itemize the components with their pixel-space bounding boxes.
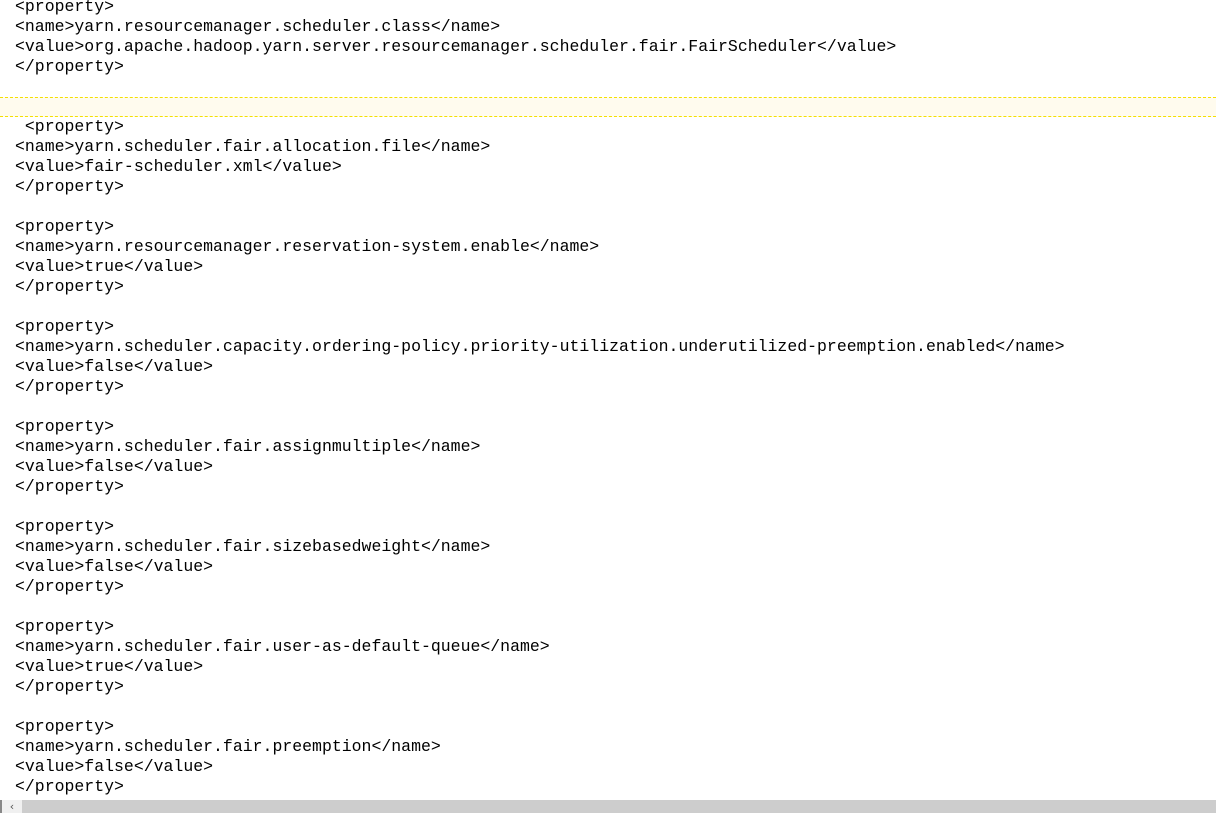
- code-line[interactable]: [0, 697, 1216, 717]
- code-line[interactable]: </property>: [0, 777, 1216, 797]
- code-line[interactable]: <value>false</value>: [0, 757, 1216, 777]
- code-line[interactable]: <name>yarn.scheduler.capacity.ordering-p…: [0, 337, 1216, 357]
- code-line[interactable]: <property>: [0, 517, 1216, 537]
- code-line[interactable]: <property>: [0, 717, 1216, 737]
- chevron-left-icon[interactable]: ‹: [0, 800, 22, 813]
- current-line[interactable]: [0, 97, 1216, 117]
- code-line[interactable]: </property>: [0, 477, 1216, 497]
- code-line[interactable]: [0, 77, 1216, 97]
- code-line[interactable]: <property>: [0, 117, 1216, 137]
- code-line[interactable]: <property>: [0, 217, 1216, 237]
- code-line[interactable]: <value>true</value>: [0, 257, 1216, 277]
- code-line[interactable]: <name>yarn.resourcemanager.reservation-s…: [0, 237, 1216, 257]
- code-line[interactable]: <property>: [0, 317, 1216, 337]
- code-line[interactable]: <value>false</value>: [0, 557, 1216, 577]
- code-line[interactable]: <name>yarn.scheduler.fair.preemption</na…: [0, 737, 1216, 757]
- code-line[interactable]: [0, 597, 1216, 617]
- code-line[interactable]: <property>: [0, 417, 1216, 437]
- text-editor[interactable]: <property> <name>yarn.resourcemanager.sch…: [0, 0, 1216, 797]
- code-line[interactable]: [0, 297, 1216, 317]
- code-line[interactable]: <value>false</value>: [0, 357, 1216, 377]
- code-line[interactable]: <name>yarn.scheduler.fair.sizebasedweigh…: [0, 537, 1216, 557]
- code-line[interactable]: </property>: [0, 57, 1216, 77]
- code-line[interactable]: [0, 397, 1216, 417]
- code-line[interactable]: </property>: [0, 377, 1216, 397]
- code-line[interactable]: [0, 497, 1216, 517]
- code-line[interactable]: <property>: [0, 617, 1216, 637]
- code-line[interactable]: <value>false</value>: [0, 457, 1216, 477]
- code-line[interactable]: [0, 197, 1216, 217]
- code-line[interactable]: <name>yarn.scheduler.fair.assignmultiple…: [0, 437, 1216, 457]
- code-line[interactable]: </property>: [0, 177, 1216, 197]
- code-line[interactable]: </property>: [0, 677, 1216, 697]
- code-line[interactable]: </property>: [0, 277, 1216, 297]
- code-line[interactable]: </property>: [0, 577, 1216, 597]
- code-line[interactable]: <property>: [0, 0, 1216, 17]
- code-line[interactable]: <value>fair-scheduler.xml</value>: [0, 157, 1216, 177]
- code-line[interactable]: <name>yarn.scheduler.fair.user-as-defaul…: [0, 637, 1216, 657]
- code-line[interactable]: <name>yarn.scheduler.fair.allocation.fil…: [0, 137, 1216, 157]
- horizontal-scrollbar[interactable]: ‹: [0, 800, 1216, 813]
- code-line[interactable]: <name>yarn.resourcemanager.scheduler.cla…: [0, 17, 1216, 37]
- code-line[interactable]: <value>true</value>: [0, 657, 1216, 677]
- code-line[interactable]: <value>org.apache.hadoop.yarn.server.res…: [0, 37, 1216, 57]
